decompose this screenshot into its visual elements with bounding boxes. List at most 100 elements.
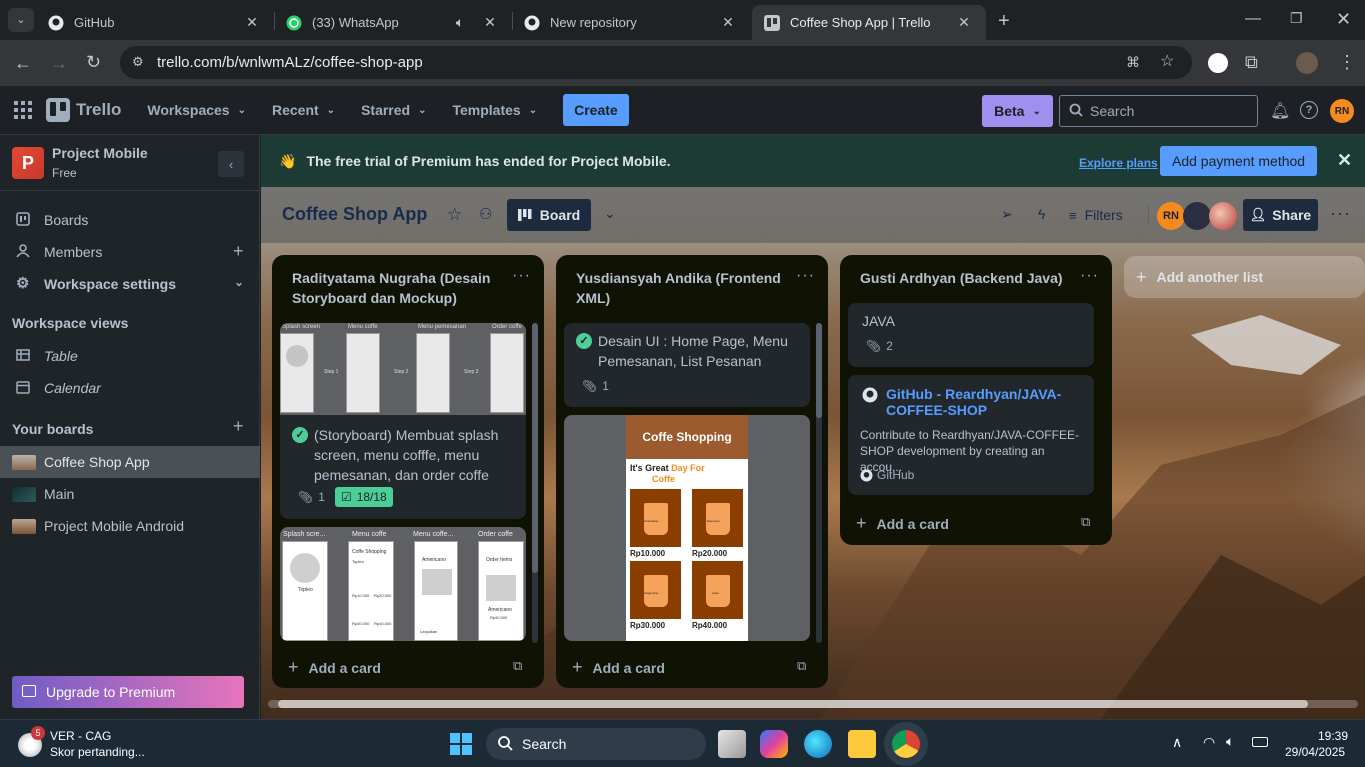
explore-plans-link[interactable]: Explore plans (1079, 156, 1158, 170)
star-icon[interactable]: ☆ (447, 205, 462, 225)
chevron-down-icon[interactable]: ⌄ (234, 275, 244, 289)
chrome-menu-icon[interactable]: ⋮ (1338, 53, 1356, 71)
beta-button[interactable]: Beta ⌄ (982, 95, 1053, 127)
list-menu-icon[interactable]: ··· (796, 267, 815, 285)
search-input[interactable]: Search (1059, 95, 1258, 127)
reload-icon[interactable]: ↻ (86, 53, 101, 71)
extension-icon[interactable] (1208, 53, 1228, 73)
board-scrollbar[interactable] (268, 700, 1358, 708)
board-view-button[interactable]: Board (507, 199, 591, 231)
card[interactable]: ✓ Desain UI : Home Page, Menu Pemesanan,… (564, 323, 810, 407)
add-card-button[interactable]: + Add a card (288, 657, 381, 678)
member-avatar[interactable] (1209, 202, 1237, 230)
collapse-sidebar-button[interactable]: ‹ (218, 151, 244, 177)
edge-icon[interactable] (804, 730, 832, 758)
create-from-template-icon[interactable]: ⧉ (513, 658, 522, 674)
close-tab-icon[interactable]: ✕ (954, 14, 974, 31)
workspace-tile[interactable]: P (12, 147, 44, 179)
chrome-icon[interactable] (892, 730, 920, 758)
workspace-name[interactable]: Project Mobile (52, 145, 148, 161)
card[interactable]: Splash scre... Menu coffe Menu coffe... … (280, 527, 526, 641)
minimize-icon[interactable]: — (1245, 11, 1261, 27)
create-from-template-icon[interactable]: ⧉ (797, 658, 806, 674)
link-title[interactable]: GitHub - Reardhyan/JAVA-COFFEE-SHOP (886, 386, 1082, 418)
workspace-visible-icon[interactable]: ⚇ (479, 205, 492, 223)
tab-new-repository[interactable]: New repository ✕ (512, 5, 750, 40)
tab-whatsapp[interactable]: (33) WhatsApp 🔈︎ ✕ (274, 5, 512, 40)
profile-icon[interactable] (1296, 52, 1318, 74)
sidebar-board-coffee-shop-app[interactable]: Coffee Shop App (0, 446, 260, 478)
card[interactable]: Coffe Shopping It's Great Day For Coffe … (564, 415, 810, 641)
list-menu-icon[interactable]: ··· (512, 267, 531, 285)
back-icon[interactable]: ← (14, 54, 32, 72)
tab-trello[interactable]: Coffee Shop App | Trello ✕ (752, 5, 986, 40)
widget-title[interactable]: VER - CAG (50, 729, 111, 743)
list-title[interactable]: Gusti Ardhyan (Backend Java) (860, 268, 1070, 288)
nav-templates[interactable]: Templates ⌄ (452, 102, 537, 118)
volume-icon[interactable]: 🔈︎ (1226, 733, 1234, 750)
clock-time[interactable]: 19:39 (1318, 729, 1348, 743)
add-board-icon[interactable]: + (233, 416, 244, 437)
upgrade-premium-button[interactable]: Upgrade to Premium (12, 676, 244, 708)
card[interactable]: JAVA 📎︎ 2 (848, 303, 1094, 367)
member-avatar[interactable] (1183, 202, 1211, 230)
taskbar-search[interactable]: Search (486, 728, 706, 760)
card[interactable]: Splash screen Menu coffe Menu pemesanan … (280, 323, 526, 519)
battery-icon[interactable] (1252, 737, 1268, 747)
address-bar[interactable]: ⚙ trello.com/b/wnlwmALz/coffee-shop-app … (120, 46, 1192, 79)
sidebar-item-workspace-settings[interactable]: ⚙ Workspace settings ⌄ (0, 268, 260, 300)
close-tab-icon[interactable]: ✕ (718, 14, 738, 31)
create-from-template-icon[interactable]: ⧉ (1081, 514, 1090, 530)
sidebar-board-project-mobile-android[interactable]: Project Mobile Android (0, 510, 260, 542)
nav-starred[interactable]: Starred ⌄ (361, 102, 426, 118)
chevron-down-icon[interactable]: ⌄ (604, 205, 616, 222)
speaker-icon[interactable]: 🔈︎ (450, 14, 470, 31)
power-ups-icon[interactable]: ➢ (1001, 206, 1013, 223)
sidebar-board-main[interactable]: Main (0, 478, 260, 510)
bookmark-star-icon[interactable]: ☆ (1160, 54, 1174, 70)
scrollbar[interactable] (816, 323, 822, 643)
site-info-icon[interactable]: ⚙ (132, 55, 144, 68)
file-explorer-icon[interactable] (848, 730, 876, 758)
tab-github[interactable]: GitHub ✕ (36, 5, 274, 40)
board-title[interactable]: Coffee Shop App (282, 204, 427, 225)
translate-icon[interactable]: ⌘ (1126, 55, 1140, 69)
add-list-button[interactable]: + Add another list (1124, 256, 1365, 298)
scrollbar[interactable] (532, 323, 538, 643)
app-switcher-icon[interactable] (14, 101, 32, 119)
trello-logo[interactable]: Trello (46, 98, 121, 122)
add-card-button[interactable]: + Add a card (856, 513, 949, 534)
sidebar-item-members[interactable]: Members + (0, 236, 260, 268)
add-card-button[interactable]: + Add a card (572, 657, 665, 678)
nav-recent[interactable]: Recent ⌄ (272, 102, 335, 118)
list-title[interactable]: Yusdiansyah Andika (Frontend XML) (576, 268, 786, 308)
clock-date[interactable]: 29/04/2025 (1285, 745, 1345, 759)
close-banner-icon[interactable]: ✕ (1337, 150, 1352, 171)
sidebar-item-boards[interactable]: Boards (0, 204, 260, 236)
close-window-icon[interactable]: ✕ (1336, 10, 1351, 28)
help-icon[interactable]: ? (1300, 101, 1318, 119)
show-hidden-icons[interactable]: ∧ (1172, 734, 1182, 751)
board-menu-icon[interactable]: ··· (1330, 203, 1351, 224)
notifications-icon[interactable]: 🔔︎ (1270, 101, 1290, 121)
card[interactable]: GitHub - Reardhyan/JAVA-COFFEE-SHOP Cont… (848, 375, 1094, 495)
sidebar-item-table[interactable]: Table (0, 340, 260, 372)
restore-icon[interactable]: ❐ (1290, 11, 1303, 25)
add-payment-button[interactable]: Add payment method (1160, 146, 1318, 176)
close-tab-icon[interactable]: ✕ (242, 14, 262, 31)
add-member-icon[interactable]: + (233, 241, 244, 262)
task-view-icon[interactable] (718, 730, 746, 758)
forward-icon[interactable]: → (50, 54, 68, 72)
filters-button[interactable]: ≡ Filters (1069, 207, 1123, 223)
nav-workspaces[interactable]: Workspaces ⌄ (147, 102, 246, 118)
automation-icon[interactable]: ϟ (1038, 206, 1045, 222)
start-icon[interactable] (450, 733, 472, 755)
new-tab-icon[interactable]: + (998, 11, 1010, 31)
sidebar-item-calendar[interactable]: Calendar (0, 372, 260, 404)
user-avatar[interactable]: RN (1330, 99, 1354, 123)
close-tab-icon[interactable]: ✕ (480, 14, 500, 31)
copilot-icon[interactable] (760, 730, 788, 758)
list-title[interactable]: Radityatama Nugraha (Desain Storyboard d… (292, 268, 502, 308)
share-button[interactable]: 👤︎ Share (1243, 199, 1318, 231)
tab-search-icon[interactable]: ⌄ (8, 8, 34, 32)
